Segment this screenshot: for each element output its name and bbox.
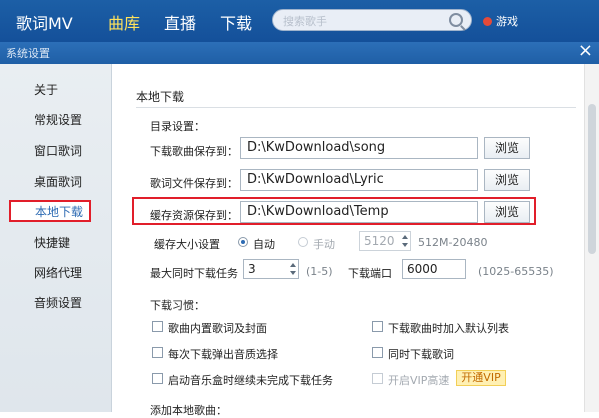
stepper-arrows-icon[interactable] [288, 260, 298, 278]
sidebar-item-local-download[interactable]: 本地下载 [9, 200, 91, 222]
lyric-path-field[interactable]: D:\KwDownload\Lyric [240, 169, 478, 191]
top-bar: 歌词MV 曲库 直播 下载 搜索歌手 游戏 [0, 0, 599, 42]
scrollbar[interactable] [584, 64, 599, 412]
settings-window-title: 系统设置 [6, 47, 50, 60]
checkbox-embed-lyrics[interactable] [152, 321, 163, 332]
port-field[interactable]: 6000 [402, 259, 466, 279]
search-placeholder: 搜索歌手 [283, 15, 327, 28]
lyric-path-label: 歌词文件保存到： [150, 177, 238, 190]
search-box[interactable]: 搜索歌手 [272, 9, 472, 31]
nav-lyrics-mv[interactable]: 歌词MV [16, 10, 73, 34]
cache-auto-radio[interactable] [238, 237, 248, 247]
nav-download[interactable]: 下载 [220, 10, 252, 34]
cache-size-label: 缓存大小设置 [154, 238, 220, 251]
max-tasks-value: 3 [248, 262, 256, 276]
port-label: 下载端口 [348, 267, 392, 280]
sidebar-item-window-lyrics[interactable]: 窗口歌词 [0, 142, 111, 159]
section-title: 本地下载 [136, 90, 185, 104]
browse-lyric-button[interactable]: 浏览 [484, 169, 530, 191]
game-icon [483, 17, 492, 26]
add-local-label: 添加本地歌曲： [150, 404, 227, 417]
sidebar-item-audio[interactable]: 音频设置 [0, 294, 111, 311]
embed-lyrics-label: 歌曲内置歌词及封面 [168, 322, 267, 335]
cache-auto-label: 自动 [253, 238, 275, 251]
cache-path-highlight [132, 197, 536, 225]
quality-popup-label: 每次下载弹出音质选择 [168, 348, 278, 361]
vip-speed-label: 开启VIP高速 [388, 374, 450, 387]
song-path-field[interactable]: D:\KwDownload\song [240, 137, 478, 159]
max-tasks-label: 最大同时下载任务 [150, 267, 238, 280]
checkbox-quality-popup[interactable] [152, 347, 163, 358]
cache-size-range: 512M-20480 [418, 236, 488, 249]
max-tasks-stepper[interactable]: 3 [243, 259, 299, 279]
stepper-arrows-icon[interactable] [400, 232, 410, 250]
game-link[interactable]: 游戏 [483, 13, 518, 29]
settings-sidebar: 关于 常规设置 窗口歌词 桌面歌词 本地下载 快捷键 网络代理 音频设置 [0, 64, 112, 412]
resume-tasks-label: 启动音乐盒时继续未完成下载任务 [168, 374, 333, 387]
cache-size-value: 5120 [364, 234, 395, 248]
cache-manual-radio[interactable] [298, 237, 308, 247]
habit-title: 下载习惯： [150, 299, 205, 312]
checkbox-download-lyrics[interactable] [372, 347, 383, 358]
nav-live[interactable]: 直播 [164, 10, 196, 34]
scrollbar-thumb[interactable] [588, 104, 596, 254]
search-icon[interactable] [449, 13, 463, 27]
sidebar-item-general[interactable]: 常规设置 [0, 111, 111, 128]
settings-title-bar: 系统设置 × [0, 40, 599, 64]
cache-size-stepper[interactable]: 5120 [359, 231, 411, 251]
checkbox-add-default-list[interactable] [372, 321, 383, 332]
divider [136, 107, 576, 108]
port-range: (1025-65535) [478, 265, 554, 278]
dir-settings-label: 目录设置： [150, 120, 205, 133]
browse-song-button[interactable]: 浏览 [484, 137, 530, 159]
add-default-list-label: 下载歌曲时加入默认列表 [388, 322, 509, 335]
game-label: 游戏 [496, 15, 518, 28]
nav-library[interactable]: 曲库 [108, 10, 140, 34]
settings-panel: 本地下载 目录设置： 下载歌曲保存到： D:\KwDownload\song 浏… [112, 64, 599, 417]
sidebar-item-hotkeys[interactable]: 快捷键 [0, 234, 111, 251]
sidebar-item-proxy[interactable]: 网络代理 [0, 264, 111, 281]
checkbox-resume-tasks[interactable] [152, 373, 163, 384]
download-lyrics-label: 同时下载歌词 [388, 348, 454, 361]
checkbox-vip-speed[interactable] [372, 373, 383, 384]
sidebar-item-about[interactable]: 关于 [0, 81, 111, 98]
max-tasks-range: (1-5) [306, 265, 333, 278]
cache-manual-label: 手动 [313, 238, 335, 251]
open-vip-button[interactable]: 开通VIP [456, 370, 506, 386]
song-path-label: 下载歌曲保存到： [150, 145, 238, 158]
sidebar-item-desktop-lyrics[interactable]: 桌面歌词 [0, 173, 111, 190]
close-icon[interactable]: × [578, 40, 593, 62]
